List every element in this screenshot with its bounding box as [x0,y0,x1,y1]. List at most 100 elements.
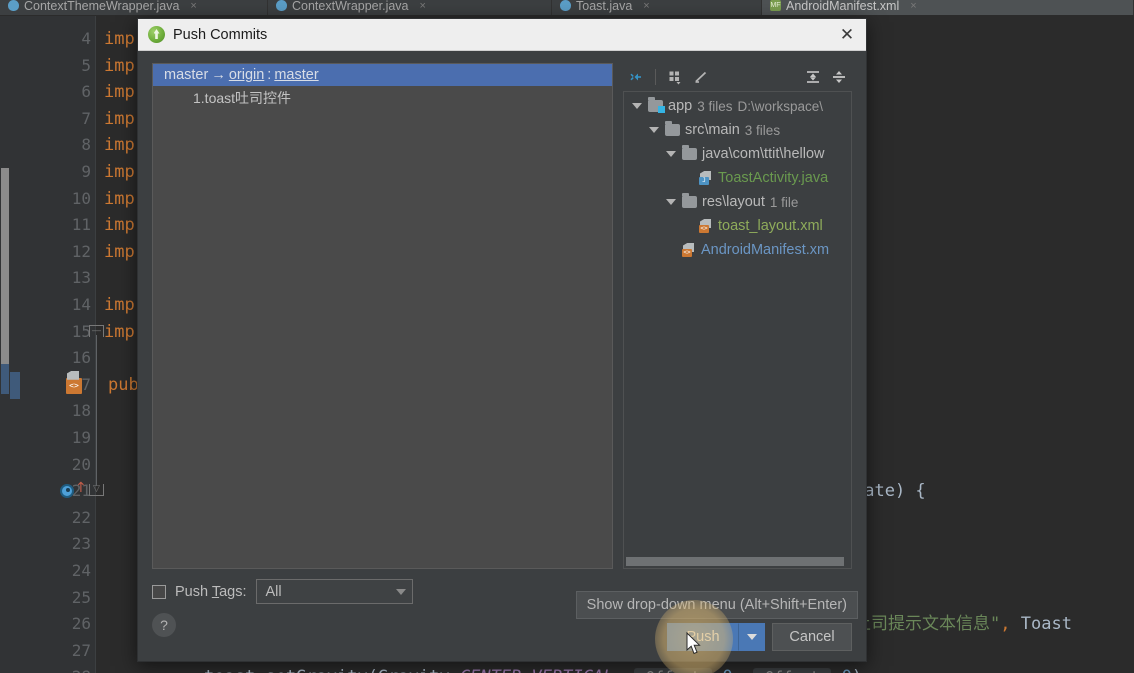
help-button[interactable]: ? [152,613,176,637]
tree-node-label: java\com\ttit\hellow [702,146,825,162]
code-line-17: pub [108,374,139,395]
screen: ContextThemeWrapper.java × ContextWrapper.… [0,0,1134,673]
local-branch-label: master [164,67,209,83]
tree-node-path: D:\workspace\ [737,98,824,114]
remote-branch-link[interactable]: master [274,67,318,83]
tags-select[interactable]: All [255,579,413,604]
java-class-icon [8,0,19,11]
group-by-icon[interactable] [662,65,688,89]
code-line-28: toast.setGravity(Gravity.CENTER_VERTICAL… [204,664,872,673]
push-dropdown-arrow-icon[interactable] [739,623,765,651]
tree-row[interactable]: app 3 files D:\workspace\ [624,94,851,118]
folder-icon [682,193,697,208]
folder-icon [665,121,680,136]
dialog-footer: Push Tags: All ? Show drop-down menu (Al… [138,569,866,661]
push-button[interactable]: Push [667,623,739,651]
scrollbar-marker [1,364,9,394]
line-number: 19 [71,428,91,447]
tab-label: ContextThemeWrapper.java [24,0,180,13]
file-tree[interactable]: app 3 files D:\workspace\ src\main 3 files ja… [623,91,852,569]
code-line-10: imp [104,188,135,209]
tree-node-label: ToastActivity.java [718,170,829,186]
java-class-icon [560,0,571,11]
commit-list-item[interactable]: 1.toast吐司控件 [153,86,612,110]
tree-node-label: AndroidManifest.xm [701,242,830,258]
line-number: 18 [71,401,91,421]
tab-label: Toast.java [576,0,633,13]
line-number: 8 [81,135,91,155]
override-arrow-icon: ↑ [75,480,87,497]
line-number: 5 [81,55,91,75]
line-number: 15 [71,321,91,341]
branch-header-row[interactable]: master → origin : master [153,64,612,86]
code-line-4: imp [104,29,135,49]
push-tags-checkbox[interactable] [152,584,166,599]
tab-close-icon[interactable]: × [190,0,196,12]
tree-node-label: toast_layout.xml [718,218,823,234]
line-number: 7 [81,108,91,128]
remote-link[interactable]: origin [229,67,264,83]
collapse-icon[interactable] [826,65,852,89]
manifest-file-icon: MF [770,0,781,11]
xml-layout-gutter-icon[interactable]: <> [66,377,82,394]
tree-toolbar [623,63,852,91]
file-type-badge: <> [699,225,709,233]
tree-node-count: 3 files [744,122,781,138]
edit-icon[interactable] [688,65,714,89]
tree-horizontal-scrollbar[interactable] [626,557,844,566]
line-number: 27 [71,640,91,660]
tree-row[interactable]: J ToastActivity.java [624,166,851,190]
line-number: 24 [71,561,91,580]
toolbar-divider [655,69,656,85]
cancel-button[interactable]: Cancel [772,623,852,651]
arrow-icon: → [211,67,226,83]
code-line-11: imp [104,215,135,236]
tree-row[interactable]: java\com\ttit\hellow [624,142,851,166]
close-icon[interactable]: ✕ [836,24,858,46]
tree-row[interactable]: <> toast_layout.xml [624,214,851,238]
tab-close-icon[interactable]: × [420,0,426,12]
code-line-12: imp [104,241,135,262]
chevron-down-icon [395,588,406,595]
separator-label: : [267,67,272,83]
xml-file-icon: <> [682,243,696,257]
tree-row[interactable]: <> AndroidManifest.xm [624,238,851,262]
tags-select-value: All [265,583,282,600]
tab-close-icon[interactable]: × [910,0,916,12]
dialog-body: master → origin : master 1.toast吐司控件 app… [138,51,866,569]
push-commits-icon [148,26,165,43]
line-number: 23 [71,534,91,554]
line-number: 6 [81,82,91,102]
dialog-button-row: Push Cancel [667,623,852,651]
editor-tab-2[interactable]: Toast.java × [552,0,762,15]
line-number: 22 [71,507,91,527]
commit-list-panel[interactable]: master → origin : master 1.toast吐司控件 [152,63,613,569]
chevron-down-icon[interactable] [632,101,643,112]
chevron-down-icon[interactable] [666,149,677,160]
tree-node-label: app [668,98,693,114]
push-tags-label: Push Tags: [175,584,247,600]
push-split-button[interactable]: Push [667,623,765,651]
editor-tab-bar: ContextThemeWrapper.java × ContextWrapper.… [0,0,1134,16]
label-post: ags: [219,583,247,600]
scrollbar-thumb[interactable] [1,168,9,364]
selected-line-indicator [10,371,20,399]
tab-close-icon[interactable]: × [643,0,649,12]
editor-tab-1[interactable]: ContextWrapper.java × [268,0,552,15]
collapse-all-icon[interactable] [623,65,649,89]
chevron-down-icon[interactable] [649,125,660,136]
editor-tab-3[interactable]: MF AndroidManifest.xml × [762,0,1134,15]
code-line-14: imp [104,295,135,315]
folder-icon [682,145,697,160]
editor-tab-0[interactable]: ContextThemeWrapper.java × [0,0,268,15]
editor-vertical-scrollbar[interactable] [0,16,10,673]
editor-gutter: 4567891011121314151617181920212223242526… [10,16,95,673]
expand-all-icon[interactable] [800,65,826,89]
tree-node-count: 1 file [769,194,799,210]
chevron-down-icon[interactable] [666,197,677,208]
code-line-8: imp [104,135,135,156]
line-number: 26 [71,614,91,634]
line-number: 14 [71,295,91,314]
tree-row[interactable]: src\main 3 files [624,118,851,142]
tree-row[interactable]: res\layout 1 file [624,190,851,214]
